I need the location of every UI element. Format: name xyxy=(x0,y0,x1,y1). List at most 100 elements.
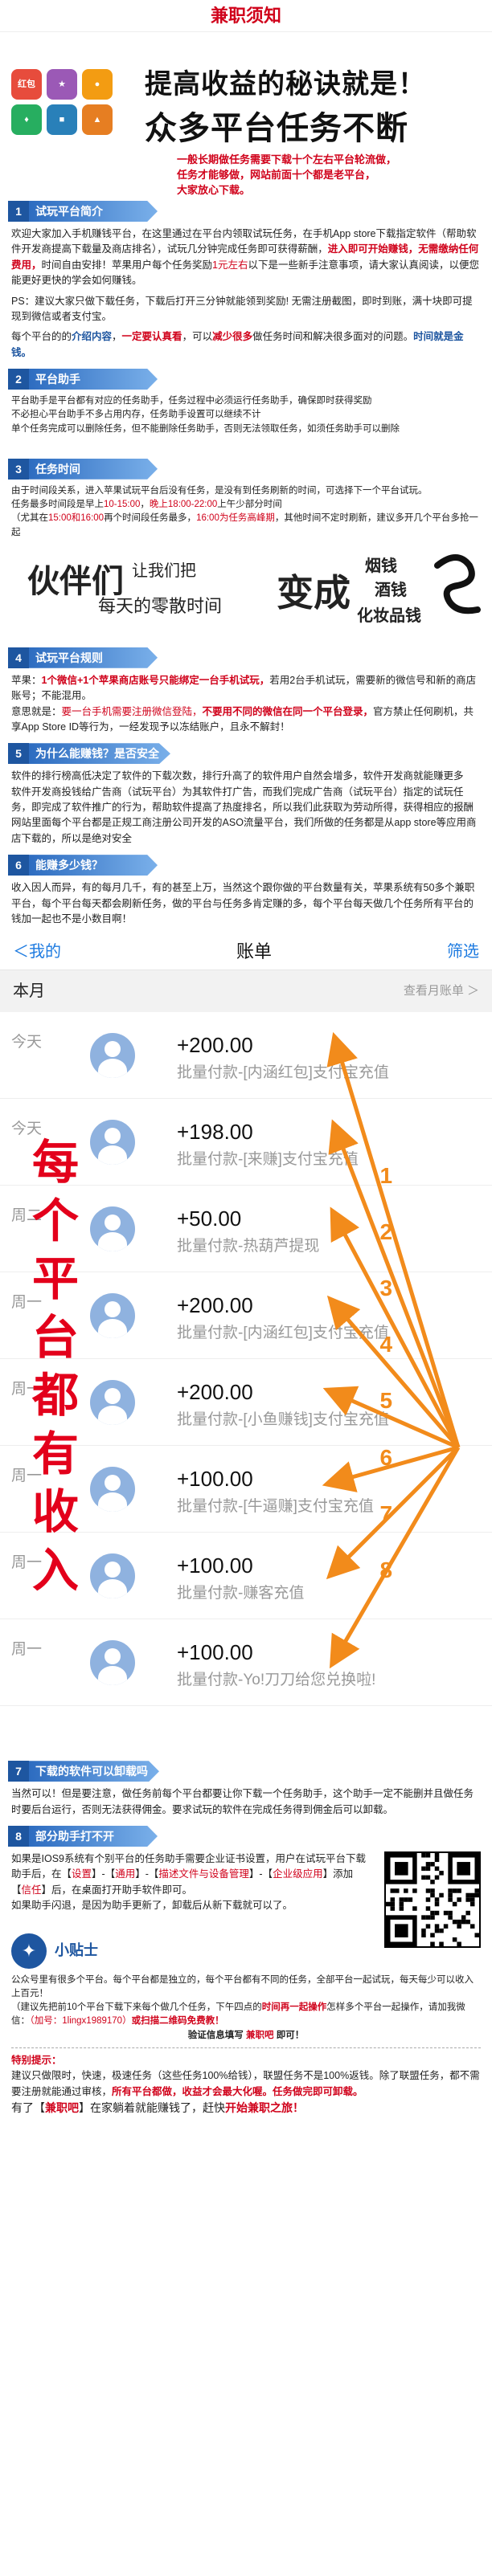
tip-line: 公众号里有很多个平台。每个平台都是独立的，每个平台都有不同的任务，全部平台一起试… xyxy=(11,1974,474,1998)
month-bar[interactable]: 本月 查看月账单 ＞ xyxy=(0,970,492,1013)
bill-description: 批量付款-[内涵红包]支付宝充值 xyxy=(177,1325,389,1342)
ios-text: 】-【 xyxy=(248,1868,273,1880)
back-button[interactable]: ＜我的 xyxy=(13,940,61,964)
special-title: 特别提示： xyxy=(11,2054,62,2066)
vertical-char: 入 xyxy=(31,1544,79,1597)
arrow-number: 8 xyxy=(379,1557,393,1582)
vertical-char: 有 xyxy=(31,1427,79,1480)
bill-description: 批量付款-Yo!刀刀给您兑换啦! xyxy=(177,1672,376,1689)
bill-description: 批量付款-[来赚]支付宝充值 xyxy=(177,1151,359,1169)
tip-highlight: 介绍内容 xyxy=(72,331,113,343)
tip-highlight: 或扫描二维码免费教！ xyxy=(131,2016,224,2027)
app-icon-blue: ■ xyxy=(47,104,77,135)
hero-headline-1: 提高收益的秘诀就是！ xyxy=(145,69,426,100)
section-header-4: 4 试玩平台规则 xyxy=(8,646,484,670)
verify-keyword: 兼职吧 xyxy=(246,2030,274,2040)
ios-menu: 设置 xyxy=(72,1868,92,1880)
special-text: 】在家躺着就能赚钱了，赶快 xyxy=(79,2100,225,2114)
slogan-cosmetics-money: 化妆品钱 xyxy=(357,606,421,625)
bill-nav-bar: ＜我的 账单 筛选 xyxy=(0,933,492,971)
rule-highlight: 不要用不同的微信在同一个平台登录， xyxy=(202,705,374,717)
bill-amount: +200.00 xyxy=(177,1293,253,1318)
app-icon-orange: ● xyxy=(82,69,113,100)
app-icon-yellow: ▲ xyxy=(82,104,113,135)
vertical-char: 台 xyxy=(31,1311,79,1364)
assistant-line: 单个任务完成可以删除任务，但不能删除任务助手，否则无法领取任务，如须任务助手可以… xyxy=(11,423,400,434)
section-number: 3 xyxy=(8,458,29,480)
bill-row[interactable]: 今天 +200.00 批量付款-[内涵红包]支付宝充值 xyxy=(0,1012,492,1100)
tip-highlight: 时间再一起操作 xyxy=(261,2002,327,2012)
section-number: 8 xyxy=(8,1826,29,1847)
time-text: （尤其在 xyxy=(11,513,48,524)
tip-text: 每个平台的的 xyxy=(11,331,72,343)
bill-amount: +200.00 xyxy=(177,1380,253,1405)
hero-banner: 红包 ★ ● ♦ ■ ▲ 提高收益的秘诀就是！ 众多平台任务不断 一般长期做任务… xyxy=(0,32,492,196)
ios-menu: 通用 xyxy=(115,1868,136,1880)
page-title: 兼职须知 xyxy=(0,0,492,32)
hero-red-notes: 一般长期做任务需要下载十个左右平台轮流做， 任务才能够做，网站前面十个都是老平台… xyxy=(177,153,482,198)
section-title: 能赚多少钱？ xyxy=(29,855,158,876)
avatar xyxy=(90,1640,135,1686)
avatar xyxy=(90,1033,135,1079)
ios-menu: 描述文件与设备管理 xyxy=(158,1868,249,1880)
arrow-number: 6 xyxy=(379,1444,393,1470)
bill-description: 批量付款-[牛逼赚]支付宝充值 xyxy=(177,1498,374,1516)
assistant-line: 不必担心平台助手不多占用内存，任务助手设置可以继续不计 xyxy=(11,410,261,420)
special-line: 有了【兼职吧】在家躺着就能赚钱了，赶快开始兼职之旅！ xyxy=(11,2100,481,2117)
section-header-8: 8 部分助手打不开 xyxy=(8,1824,484,1848)
bill-amount: +100.00 xyxy=(177,1640,253,1665)
section-7-body: 当然可以！但是要注意，做任务前每个平台都要让你下载一个任务助手，这个助手一定不能… xyxy=(11,1788,474,1815)
vertical-char: 个 xyxy=(31,1194,79,1247)
view-monthly-bill-link[interactable]: 查看月账单 ＞ xyxy=(404,982,479,1001)
tip-body: 公众号里有很多个平台。每个平台都是独立的，每个平台都有不同的任务，全部平台一起试… xyxy=(11,1974,481,2043)
bill-amount: +200.00 xyxy=(177,1033,253,1058)
filter-button[interactable]: 筛选 xyxy=(447,940,479,964)
avatar xyxy=(90,1206,135,1252)
app-icon-purple: ★ xyxy=(47,69,77,100)
special-highlight: 兼职吧 xyxy=(45,2100,79,2114)
section-1-ps: PS：建议大家只做下载任务，下载后打开三分钟就能领到奖励! 无需注册截图，即时到… xyxy=(11,295,473,322)
time-line: （尤其在15:00和16:00再个时间段任务最多，16:00为任务高峰期，其他时… xyxy=(11,512,481,540)
special-text: 有了【 xyxy=(11,2100,45,2114)
slogan-wine-money: 酒钱 xyxy=(375,581,407,599)
tip-text: 即可！ xyxy=(276,2030,305,2040)
avatar xyxy=(90,1293,135,1339)
lightbulb-icon: ✦ xyxy=(11,1933,47,1969)
slogan-let-us: 让我们把 xyxy=(132,561,196,580)
red-envelope-app-icon: 红包 xyxy=(11,69,42,100)
safety-text: 网站 xyxy=(11,817,32,829)
section-1-intro: 欢迎大家加入手机赚钱平台，在这里通过在平台内领取试玩任务，在手机App stor… xyxy=(11,227,481,289)
special-highlight: 开始兼职之旅！ xyxy=(225,2100,304,2114)
arrow-number: 4 xyxy=(379,1332,393,1357)
ios-text: 】-【 xyxy=(135,1868,159,1880)
page: 兼职须知 红包 ★ ● ♦ ■ ▲ 提高收益的秘诀就是！ 众多平台任务不断 一般… xyxy=(0,0,492,2576)
app-icon-green: ♦ xyxy=(11,104,42,135)
vertical-char: 收 xyxy=(31,1486,79,1539)
section-6-body: 收入因人而异，有的每月几千，有的甚至上万，当然这个跟你做的平台数量有关，苹果系统… xyxy=(11,882,475,925)
section-number: 1 xyxy=(8,201,29,222)
crash-tip: 如果助手闪退，是因为助手更新了，卸载后从新下载就可以了。 xyxy=(11,1900,293,1912)
vertical-char: 都 xyxy=(31,1370,79,1423)
section-header-3: 3 任务时间 xyxy=(8,457,484,481)
reward-amount: 1元左右 xyxy=(212,259,248,271)
month-label: 本月 xyxy=(13,982,45,1001)
section-title: 试玩平台简介 xyxy=(29,201,158,222)
bill-row[interactable]: 周一 +100.00 批量付款-Yo!刀刀给您兑换啦! xyxy=(0,1619,492,1707)
arrow-number: 5 xyxy=(379,1388,393,1414)
tip-text: ，可以 xyxy=(182,331,213,343)
time-line: 由于时间段关系，进入苹果试玩平台后没有任务，是没有到任务刷新的时间，可选择下一个… xyxy=(11,485,428,496)
bill-description: 批量付款-赚客充值 xyxy=(177,1585,305,1602)
arrow-number: 2 xyxy=(379,1219,393,1244)
section-number: 4 xyxy=(8,647,29,668)
tip-text: （建议先把前10个平台下载下来每个做几个任务，下午四点的 xyxy=(11,2002,262,2012)
section-header-6: 6 能赚多少钱？ xyxy=(8,853,484,877)
section-title: 试玩平台规则 xyxy=(29,647,158,668)
section-number: 5 xyxy=(8,743,29,765)
tip-title: 小贴士 xyxy=(55,1942,98,1958)
avatar xyxy=(90,1467,135,1513)
avatar xyxy=(90,1120,135,1166)
swirl-decoration-icon xyxy=(434,553,481,614)
bill-amount: +100.00 xyxy=(177,1553,253,1578)
hero-headline-2: 众多平台任务不断 xyxy=(145,111,408,146)
rule-highlight: 要一台手机需要注册微信登陆， xyxy=(61,705,203,717)
